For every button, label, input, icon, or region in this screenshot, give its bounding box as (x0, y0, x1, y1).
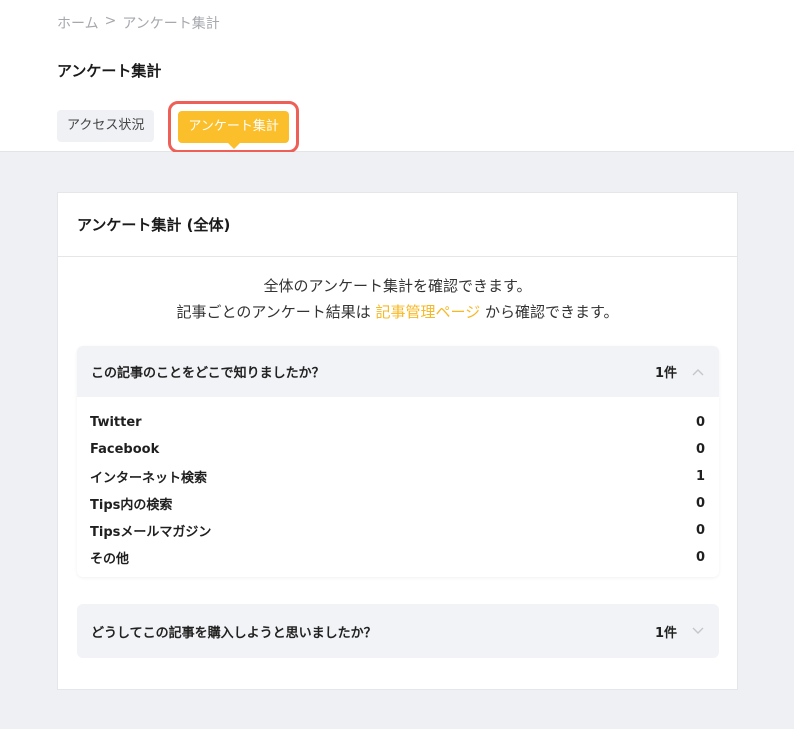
article-management-link[interactable]: 記事管理ページ (376, 303, 481, 321)
answer-value: 0 (695, 496, 705, 511)
answer-value: 0 (695, 550, 705, 565)
page-title: アンケート集計 (57, 62, 162, 80)
answer-list: Twitter 0 Facebook 0 インターネット検索 1 Tips内の検索 0 … (77, 397, 719, 577)
answer-label: インターネット検索 (90, 471, 208, 486)
intro-line-2: 記事ごとのアンケート結果は 記事管理ページ から確認できます。 (58, 299, 737, 325)
breadcrumb-home[interactable]: ホーム (57, 13, 99, 33)
chevron-up-icon[interactable] (691, 365, 705, 379)
question-text: この記事のことをどこで知りましたか？ (91, 366, 325, 381)
card-title: アンケート集計 (全体) (58, 193, 737, 257)
answer-label: Tipsメールマガジン (90, 525, 212, 540)
tab-access-status[interactable]: アクセス状況 (57, 110, 155, 142)
answer-row: その他 0 (90, 544, 705, 571)
answer-label: Twitter (90, 415, 142, 430)
response-count: 1件 (654, 366, 677, 381)
accordion-header[interactable]: この記事のことをどこで知りましたか？ 1件 (77, 346, 719, 397)
answer-value: 0 (695, 523, 705, 538)
survey-summary-card: アンケート集計 (全体) 全体のアンケート集計を確認できます。 記事ごとのアンケ… (57, 192, 738, 690)
chevron-down-icon[interactable] (691, 624, 705, 638)
breadcrumb: ホーム > アンケート集計 (57, 13, 220, 33)
tab-survey-summary[interactable]: アンケート集計 (178, 111, 289, 149)
answer-value: 1 (695, 469, 705, 484)
answer-value: 0 (695, 442, 705, 457)
answer-row: Twitter 0 (90, 409, 705, 436)
question-accordion: どうしてこの記事を購入しようと思いましたか？ 1件 (77, 604, 719, 658)
breadcrumb-separator: > (104, 13, 117, 29)
answer-row: インターネット検索 1 (90, 463, 705, 490)
breadcrumb-current: アンケート集計 (122, 16, 220, 32)
tab-bar: アクセス状況 アンケート集計 (57, 101, 299, 153)
answer-row: Facebook 0 (90, 436, 705, 463)
answer-label: Tips内の検索 (90, 498, 173, 513)
question-accordion: この記事のことをどこで知りましたか？ 1件 Twitter 0 Facebook 0… (77, 346, 719, 577)
response-count: 1件 (654, 625, 677, 641)
answer-label: その他 (90, 552, 130, 567)
intro-line-2-suffix: から確認できます。 (480, 303, 619, 321)
page-header: ホーム > アンケート集計 アンケート集計 アクセス状況 アンケート集計 (0, 0, 794, 153)
intro-line-2-prefix: 記事ごとのアンケート結果は (176, 303, 376, 321)
answer-row: Tips内の検索 0 (90, 490, 705, 517)
answer-label: Facebook (90, 442, 160, 457)
question-text: どうしてこの記事を購入しようと思いましたか？ (91, 625, 377, 641)
answer-row: Tipsメールマガジン 0 (90, 517, 705, 544)
intro-line-1: 全体のアンケート集計を確認できます。 (263, 277, 532, 295)
accordion-header[interactable]: どうしてこの記事を購入しようと思いましたか？ 1件 (77, 604, 719, 658)
intro-text: 全体のアンケート集計を確認できます。 記事ごとのアンケート結果は 記事管理ページ… (58, 273, 737, 325)
active-tab-highlight: アンケート集計 (168, 101, 299, 153)
answer-value: 0 (695, 415, 705, 430)
